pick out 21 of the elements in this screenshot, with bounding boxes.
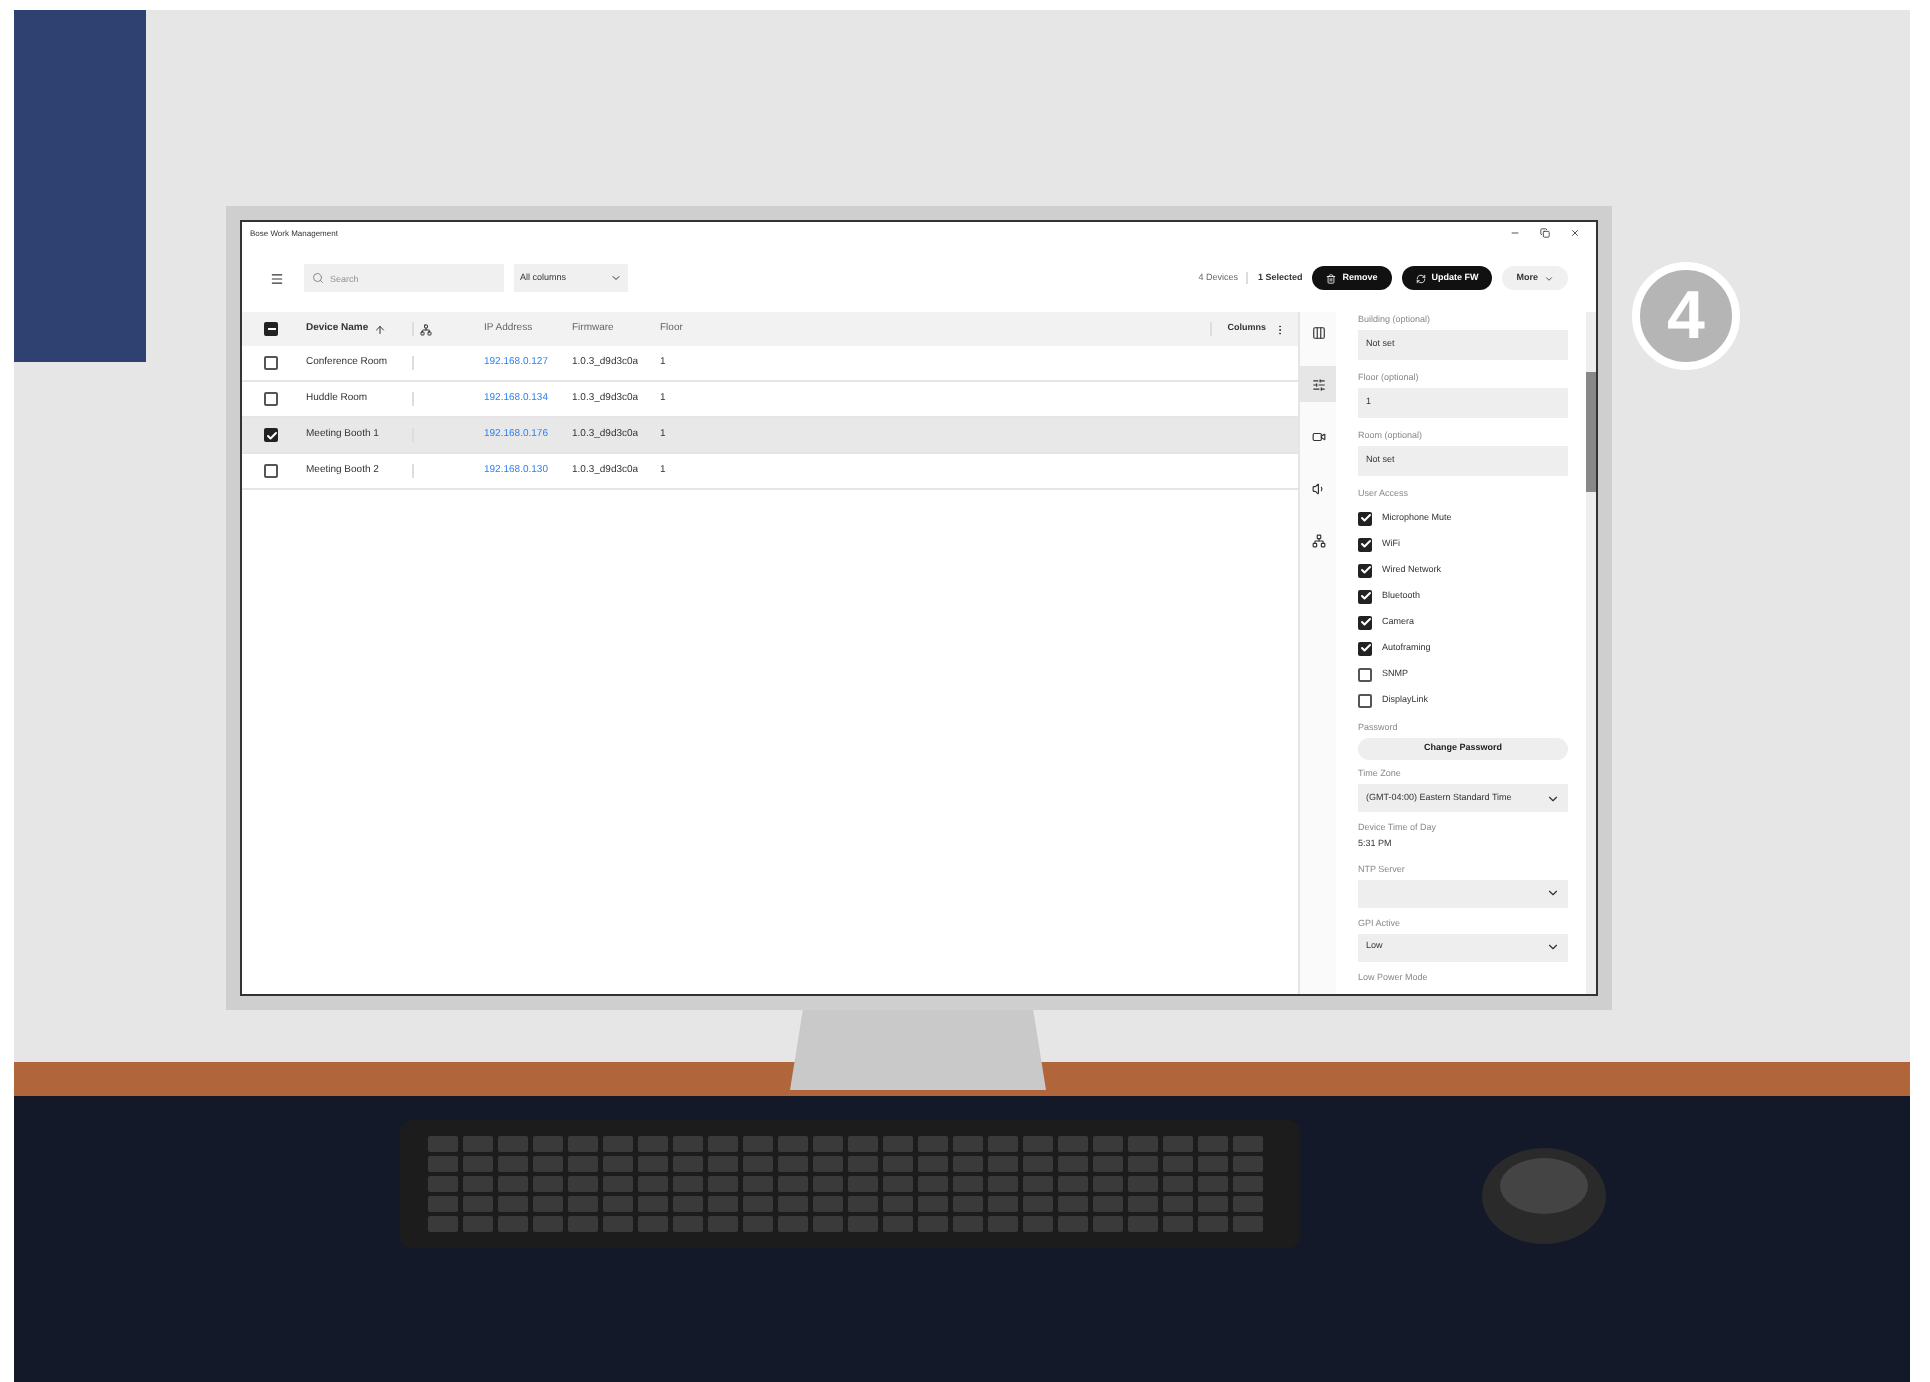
- chevron-down-icon: [1544, 273, 1554, 283]
- network-icon: [420, 323, 432, 335]
- sort-arrow-icon[interactable]: [374, 323, 387, 335]
- restore-icon[interactable]: [1540, 228, 1550, 238]
- select-field[interactable]: [1358, 879, 1568, 908]
- checkbox[interactable]: [264, 322, 278, 336]
- checkbox[interactable]: [264, 392, 278, 406]
- chevron-down-icon: [610, 272, 622, 284]
- refresh-icon: [1415, 273, 1426, 283]
- checkbox[interactable]: [1358, 667, 1372, 681]
- trash-icon: [1326, 273, 1337, 283]
- chevron-down-icon: [1546, 791, 1560, 805]
- checkbox[interactable]: [1358, 693, 1372, 707]
- sliders-icon[interactable]: [1300, 366, 1336, 402]
- checkbox[interactable]: [264, 356, 278, 370]
- checkbox[interactable]: [264, 464, 278, 478]
- search-icon: [312, 272, 324, 284]
- chevron-down-icon: [1546, 940, 1560, 955]
- chevron-down-icon: [1546, 886, 1560, 901]
- mouse-drawing: [1480, 1146, 1608, 1246]
- menu-icon[interactable]: [270, 271, 284, 285]
